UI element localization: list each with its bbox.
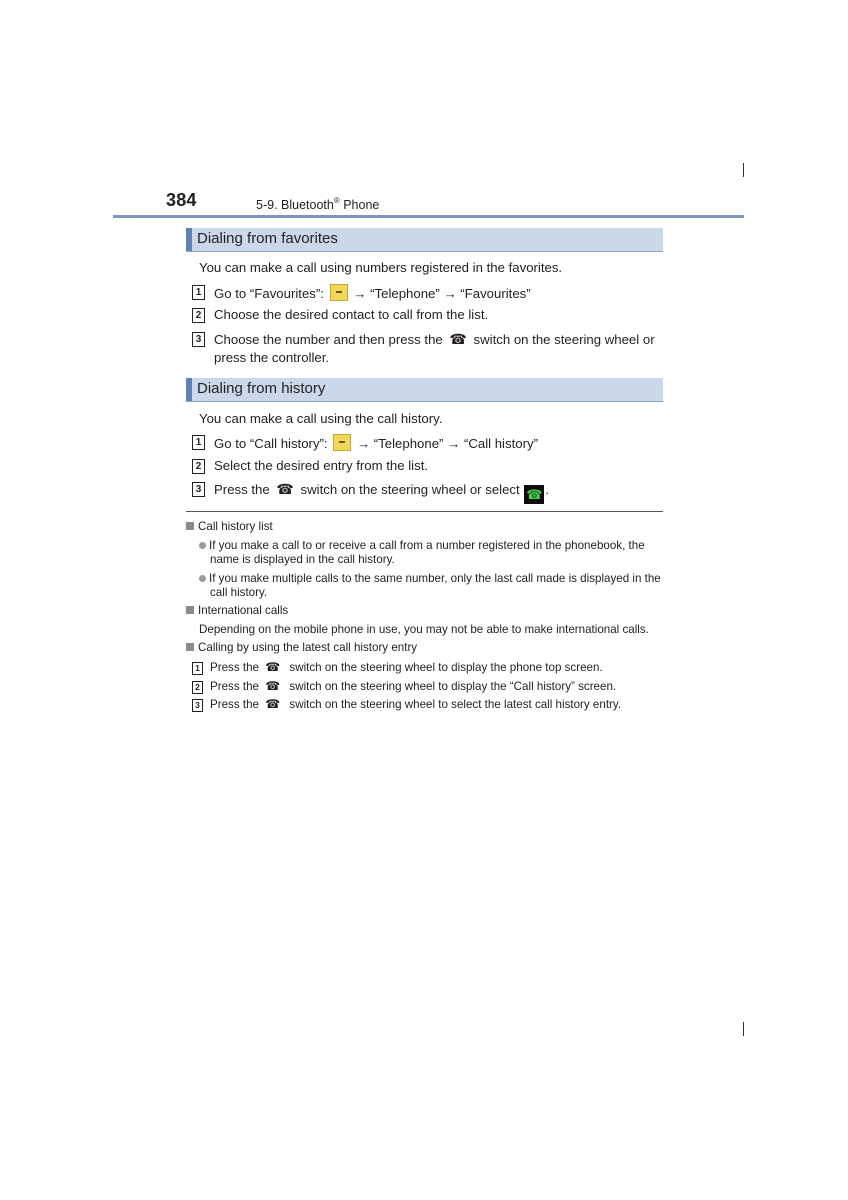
step-text: Go to “Call history”:: [214, 436, 328, 451]
step-text: Go to “Favourites”:: [214, 286, 324, 301]
step-text-after: → “Telephone” → “Favourites”: [353, 286, 531, 301]
round-bullet-icon: [199, 542, 206, 549]
phone-switch-icon: ☎: [265, 679, 281, 693]
step-text: Press the: [210, 661, 259, 674]
note-title: Calling by using the latest call history…: [198, 641, 418, 654]
step-text-after: switch on the steering wheel to display …: [289, 680, 617, 693]
step-number: 3: [192, 332, 205, 347]
step-1: 1 Go to “Call history”: → “Telephone” → …: [192, 434, 538, 451]
step-number: 3: [192, 699, 203, 712]
step-text-after: → “Telephone” → “Call history”: [356, 436, 538, 451]
note-text: Depending on the mobile phone in use, yo…: [199, 623, 649, 636]
note-bullet-continued: call history.: [210, 586, 268, 599]
note-heading-call-history-list: Call history list: [186, 520, 273, 533]
step-number: 1: [192, 285, 205, 300]
section-accent-bar: [186, 378, 192, 401]
square-bullet-icon: [186, 643, 194, 651]
step-3: 3 Choose the number and then press the ☎…: [192, 331, 655, 348]
step-1: 1 Go to “Favourites”: → “Telephone” → “F…: [192, 284, 531, 301]
bullet-text: If you make a call to or receive a call …: [209, 539, 645, 552]
chapter-name: 5-9. Bluetooth: [256, 198, 334, 212]
section-title: Dialing from history: [197, 380, 326, 397]
step-text-after: switch on the steering wheel to select t…: [289, 698, 622, 711]
note-title: International calls: [198, 604, 289, 617]
step-text: Press the: [214, 482, 270, 497]
step-text: Choose the number and then press the: [214, 332, 443, 347]
section-accent-bar: [186, 228, 192, 251]
header-rule: [113, 215, 744, 218]
step-text: Select the desired entry from the list.: [214, 458, 429, 473]
step-text: Choose the desired contact to call from …: [214, 307, 489, 322]
section-title: Dialing from favorites: [197, 230, 338, 247]
step-text: Press the: [210, 680, 259, 693]
step-3: 3 Press the ☎ switch on the steering whe…: [192, 481, 549, 504]
phone-switch-icon: ☎: [276, 481, 294, 497]
note-step-3: 3 Press the ☎ switch on the steering whe…: [192, 697, 622, 712]
step-text-after: switch on the steering wheel to display …: [289, 661, 603, 674]
section-heading-history: Dialing from history: [186, 378, 663, 402]
step-number: 2: [192, 459, 205, 474]
chapter-suffix: Phone: [339, 198, 380, 212]
phone-switch-icon: ☎: [265, 660, 281, 674]
round-bullet-icon: [199, 575, 206, 582]
note-heading-latest-entry: Calling by using the latest call history…: [186, 641, 417, 654]
step-2: 2 Select the desired entry from the list…: [192, 458, 429, 474]
step-number: 2: [192, 308, 205, 323]
crop-mark-bottom: [743, 1022, 744, 1036]
note-heading-international-calls: International calls: [186, 604, 288, 617]
page-header: 384 5-9. Bluetooth® Phone: [0, 188, 848, 218]
step-2: 2 Choose the desired contact to call fro…: [192, 307, 489, 323]
menu-button-icon: [329, 284, 348, 301]
note-step-2: 2 Press the ☎ switch on the steering whe…: [192, 679, 617, 694]
call-button-icon: ☎: [524, 485, 545, 504]
menu-button-icon: [333, 434, 352, 451]
note-bullet: If you make a call to or receive a call …: [199, 539, 645, 552]
square-bullet-icon: [186, 522, 194, 530]
square-bullet-icon: [186, 606, 194, 614]
chapter-title: 5-9. Bluetooth® Phone: [256, 196, 379, 212]
step-text-end: .: [545, 482, 550, 497]
note-bullet: If you make multiple calls to the same n…: [199, 572, 661, 585]
step-number: 2: [192, 681, 203, 694]
phone-switch-icon: ☎: [449, 331, 467, 347]
step-text-after: switch on the steering wheel or select: [300, 482, 520, 497]
step-number: 1: [192, 662, 203, 675]
page-number: 384: [166, 190, 197, 210]
note-step-1: 1 Press the ☎ switch on the steering whe…: [192, 660, 603, 675]
step-3-continued: press the controller.: [214, 350, 330, 365]
section-heading-favorites: Dialing from favorites: [186, 228, 663, 252]
notes-divider: [186, 511, 663, 512]
bullet-text: If you make multiple calls to the same n…: [209, 572, 661, 585]
note-bullet-continued: name is displayed in the call history.: [210, 553, 395, 566]
crop-mark-top: [743, 163, 744, 177]
step-text-after: switch on the steering wheel or: [473, 332, 655, 347]
note-title: Call history list: [198, 520, 273, 533]
section-intro: You can make a call using the call histo…: [199, 411, 443, 426]
phone-switch-icon: ☎: [265, 697, 281, 711]
step-number: 1: [192, 435, 205, 450]
step-text: Press the: [210, 698, 259, 711]
section-intro: You can make a call using numbers regist…: [199, 260, 563, 275]
step-number: 3: [192, 482, 205, 497]
